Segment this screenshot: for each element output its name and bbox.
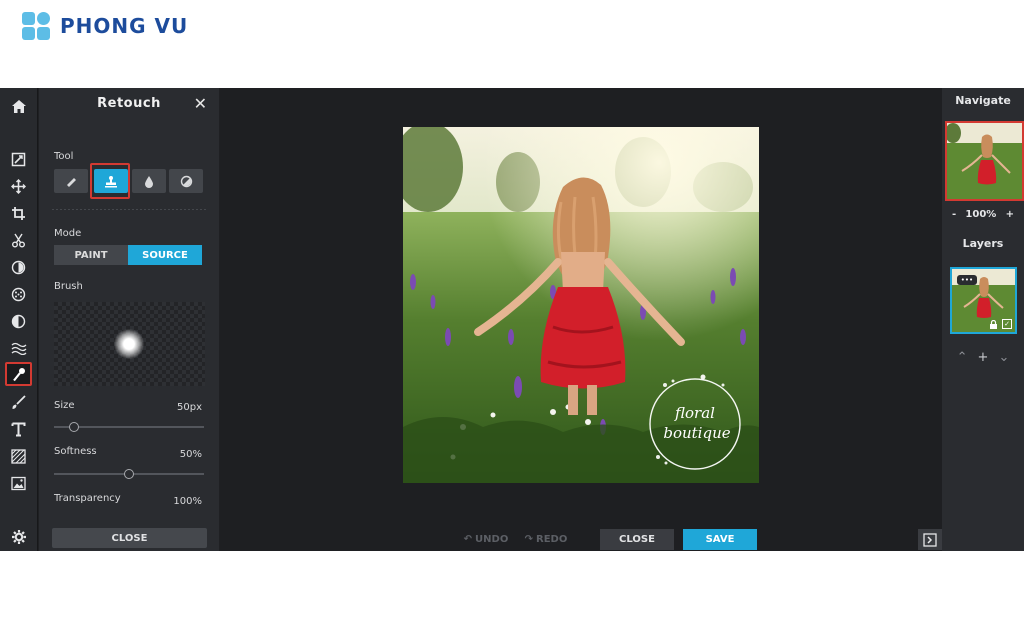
settings-gear-icon[interactable] <box>5 525 32 549</box>
navigate-title: Navigate <box>955 94 1011 107</box>
blur-drop-icon[interactable] <box>132 169 166 193</box>
tool-label: Tool <box>54 151 74 162</box>
layer-thumbnail[interactable]: ••• ✓ <box>950 267 1017 334</box>
lock-icon[interactable] <box>989 319 998 329</box>
home-icon[interactable] <box>5 94 32 118</box>
layer-visibility-checkbox[interactable]: ✓ <box>1002 319 1012 329</box>
undo-icon: ↶ <box>463 534 473 545</box>
size-slider[interactable] <box>54 422 204 432</box>
size-value: 50px <box>177 402 202 413</box>
photo-canvas[interactable]: floral boutique <box>403 127 759 483</box>
softness-value: 50% <box>179 449 202 460</box>
save-button[interactable]: SAVE <box>683 529 757 550</box>
canvas-close-button[interactable]: CLOSE <box>600 529 674 550</box>
zoom-control: - 100% + <box>942 209 1024 220</box>
collapse-panel-icon[interactable] <box>918 529 942 550</box>
filter-icon[interactable] <box>5 282 32 306</box>
brush-icon[interactable] <box>5 390 32 414</box>
transparency-value: 100% <box>173 496 202 507</box>
canvas-area: floral boutique ↶ UNDO ↷ REDO CLOSE SAVE <box>220 88 942 551</box>
close-icon[interactable]: ✕ <box>194 94 207 113</box>
retouch-icon[interactable] <box>5 362 32 386</box>
layer-up-icon[interactable]: ⌃ <box>957 350 968 365</box>
brush-dot <box>114 329 144 359</box>
brand-name: PHONG VU <box>60 14 189 38</box>
contrast-icon[interactable] <box>169 169 203 193</box>
undo-button[interactable]: ↶ UNDO <box>458 529 514 550</box>
size-label: Size <box>54 400 75 411</box>
navigator-thumbnail[interactable] <box>945 121 1024 201</box>
zoom-in-button[interactable]: + <box>1006 209 1014 220</box>
redo-icon: ↷ <box>524 534 534 545</box>
retouch-panel: Retouch ✕ Tool Mode PAINT SOURCE Brush S… <box>39 88 219 551</box>
text-icon[interactable] <box>5 417 32 441</box>
crop-icon[interactable] <box>5 201 32 225</box>
softness-slider-knob[interactable] <box>124 469 134 479</box>
brand-logo: PHONG VU <box>22 8 188 44</box>
mode-source-button[interactable]: SOURCE <box>128 245 202 265</box>
brush-label: Brush <box>54 281 83 292</box>
brush-preview <box>54 302 205 386</box>
mode-label: Mode <box>54 228 82 239</box>
size-slider-knob[interactable] <box>69 422 79 432</box>
cut-icon[interactable] <box>5 228 32 252</box>
adjust-icon[interactable] <box>5 255 32 279</box>
image-icon[interactable] <box>5 471 32 495</box>
tool-highlight-box <box>90 163 130 199</box>
layers-title: Layers <box>962 237 1004 250</box>
transparency-label: Transparency <box>54 493 121 504</box>
effect-icon[interactable] <box>5 309 32 333</box>
texture-icon[interactable] <box>5 444 32 468</box>
zoom-level: 100% <box>965 209 997 220</box>
softness-label: Softness <box>54 446 97 457</box>
panel-title: Retouch <box>97 96 161 111</box>
wave-icon[interactable] <box>5 336 32 360</box>
layer-options-icon[interactable]: ••• <box>957 275 977 285</box>
watermark-text-2: boutique <box>663 424 730 442</box>
add-layer-icon[interactable]: + <box>978 350 989 365</box>
watermark-text-1: floral <box>674 404 715 422</box>
move-icon[interactable] <box>5 174 32 198</box>
pencil-edit-icon[interactable] <box>5 147 32 171</box>
eraser-icon[interactable] <box>54 169 88 193</box>
redo-button[interactable]: ↷ REDO <box>518 529 574 550</box>
photo-editor-app: Retouch ✕ Tool Mode PAINT SOURCE Brush S… <box>0 88 1024 551</box>
divider <box>51 208 207 211</box>
brand-mark-icon <box>22 10 54 42</box>
mode-paint-button[interactable]: PAINT <box>54 245 128 265</box>
layer-controls: ⌃ + ⌄ <box>942 350 1024 365</box>
zoom-out-button[interactable]: - <box>952 209 956 220</box>
left-toolbar <box>0 88 38 551</box>
panel-close-button[interactable]: CLOSE <box>52 528 207 548</box>
right-panel: Navigate - 100% + Layers ••• ✓ ⌃ + ⌄ <box>918 88 1024 551</box>
softness-slider[interactable] <box>54 469 204 479</box>
layer-down-icon[interactable]: ⌄ <box>998 350 1009 365</box>
